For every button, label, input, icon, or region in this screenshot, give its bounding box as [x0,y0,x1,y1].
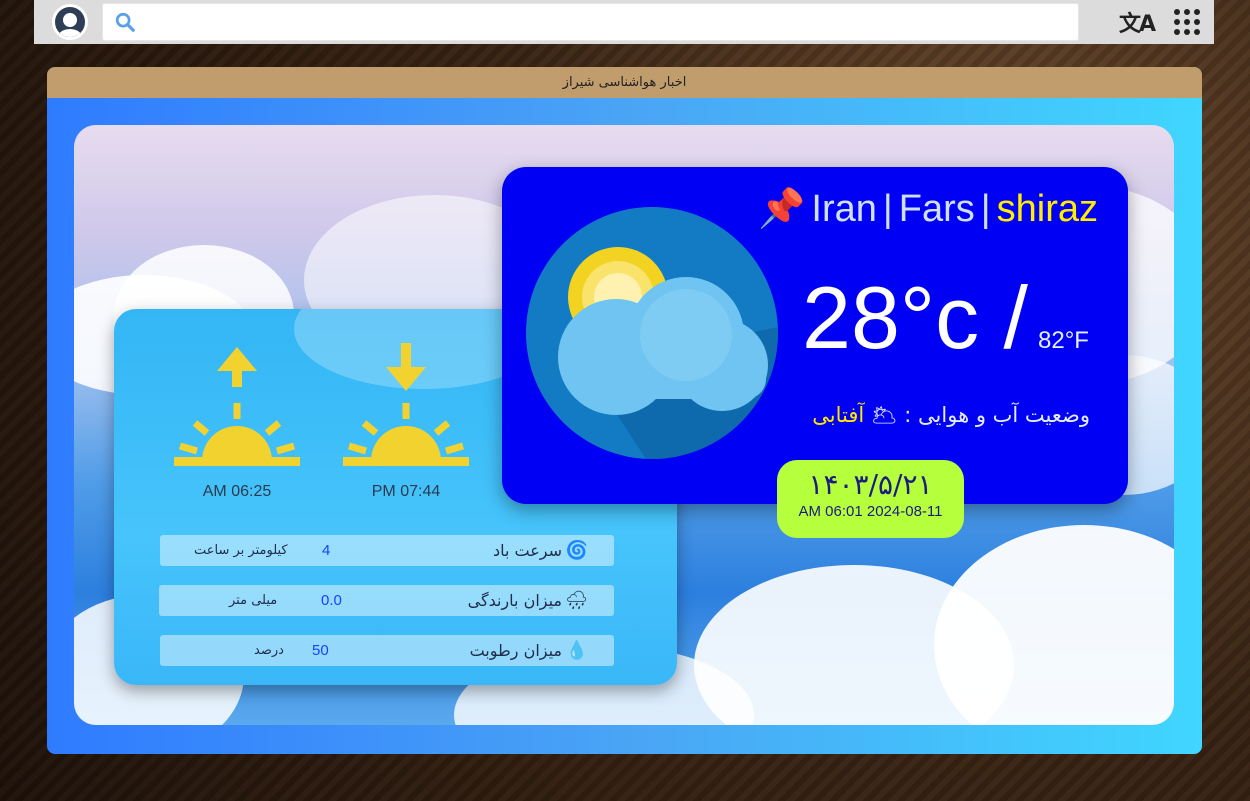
panel-title: اخبار هواشناسی شیراز [47,67,1202,98]
sunset-time: PM 07:44 [371,483,441,500]
country: Iran [811,187,877,230]
droplet-icon: 💧 [565,640,588,661]
stat-humidity: 💧 میزان رطوبت 50 درصد [160,635,614,666]
cloud-sun-icon: 🌥 [870,403,898,427]
sunset-icon [343,343,469,466]
province: Fars [898,187,975,230]
location-separator: | [980,187,991,230]
avatar-icon[interactable] [52,4,88,40]
stat-value: 0.0 [321,592,342,609]
top-bar: 文A [34,0,1214,44]
apps-grid-icon[interactable] [1174,9,1200,35]
condition-label: وضعیت آب و هوایی : [904,403,1090,427]
location-separator: | [882,187,893,230]
wind-icon: 🌀 [565,540,588,561]
condition-value: آفتابی [812,403,865,427]
date-badge: ۱۴۰۳/۵/۲۱ AM 06:01 2024-08-11 [777,460,964,538]
sunrise-time: AM 06:25 [202,483,272,500]
stat-unit: میلی متر [229,593,278,608]
sunrise-block: AM 06:25 [172,343,302,501]
location-line: 📌 Iran | Fars | shiraz [758,187,1098,231]
main-weather-card: 📌 Iran | Fars | shiraz 28°c / 82°F وضعیت… [502,167,1128,504]
pin-icon: 📌 [758,188,806,230]
stat-value: 4 [322,542,331,559]
stat-label: سرعت باد [492,541,562,560]
sunrise-icon [174,347,300,466]
city: shiraz [996,187,1098,230]
temperature-fahrenheit: 82°F [1038,327,1089,354]
gregorian-datetime: AM 06:01 2024-08-11 [798,503,943,520]
stat-rain: 🌧 میزان بارندگی 0.0 میلی متر [159,585,614,616]
persian-date: ۱۴۰۳/۵/۲۱ [808,468,933,501]
partly-cloudy-icon [526,207,778,459]
weather-panel: اخبار هواشناسی شیراز AM 06:25 PM 07:44 🌀… [47,67,1202,754]
stat-label: میزان رطوبت [469,641,562,660]
stat-value: 50 [312,642,329,659]
stat-wind: 🌀 سرعت باد 4 کیلومتر بر ساعت [160,535,614,566]
stat-label: میزان بارندگی [467,591,562,610]
rain-icon: 🌧 [565,590,588,611]
search-input[interactable] [136,3,1079,41]
stat-unit: کیلومتر بر ساعت [194,543,288,558]
translate-icon[interactable]: 文A [1119,6,1156,38]
search-icon[interactable] [114,11,136,33]
search-box[interactable] [102,3,1079,41]
sunset-block: PM 07:44 [341,343,471,501]
temperature-celsius: 28°c / [802,268,1028,367]
weather-condition: وضعیت آب و هوایی : 🌥 آفتابی [812,403,1090,428]
stat-unit: درصد [254,643,284,658]
